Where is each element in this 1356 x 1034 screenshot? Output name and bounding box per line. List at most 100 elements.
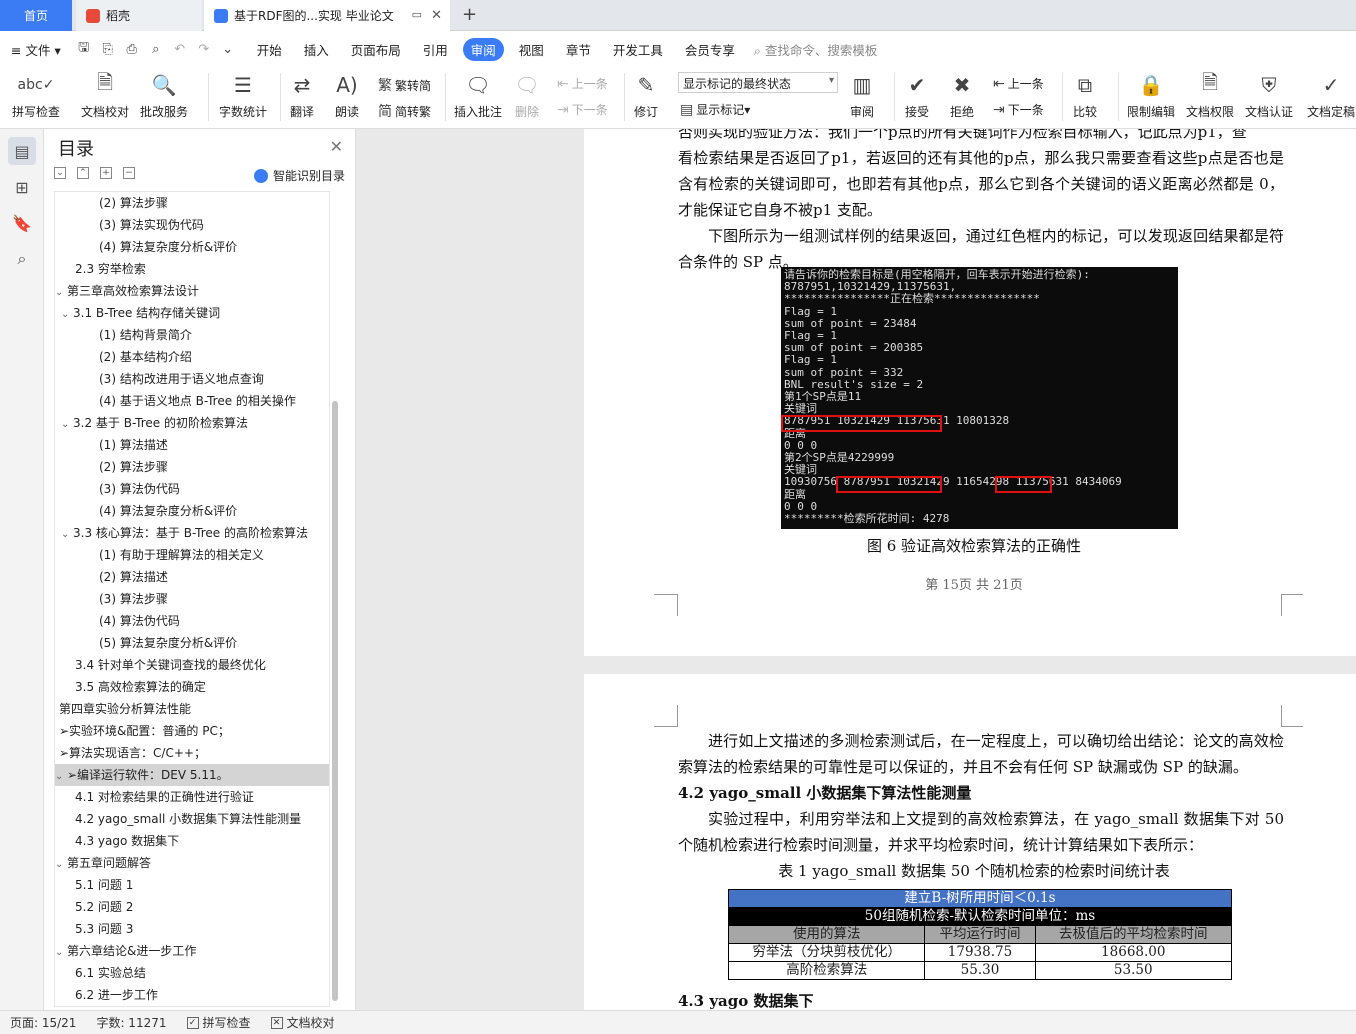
simp-to-trad-button[interactable]: 简简转繁 <box>378 101 431 121</box>
toc-item[interactable]: 3.5 高效检索算法的确定 <box>55 676 329 698</box>
toc-item[interactable]: 5.1 问题 1 <box>55 874 329 896</box>
reject-button[interactable]: ✖ 拒绝 <box>948 71 976 120</box>
read-aloud-button[interactable]: A) 朗读 <box>333 71 361 120</box>
page-indicator[interactable]: 页面: 15/21 <box>10 1014 76 1031</box>
trad-to-simp-button[interactable]: 繁繁转简 <box>378 75 431 95</box>
print-preview-icon[interactable]: ⌕ <box>147 40 165 58</box>
expand-up-icon[interactable]: ⌃ <box>77 167 89 179</box>
menu-1[interactable]: 插入 <box>304 40 329 59</box>
toc-item[interactable]: (3) 结构改进用于语义地点查询 <box>55 368 329 390</box>
toc-item[interactable]: (2) 基本结构介绍 <box>55 346 329 368</box>
menu-5[interactable]: 视图 <box>519 40 544 59</box>
menu-7[interactable]: 开发工具 <box>613 40 663 59</box>
document-rights-button[interactable]: 🗎 文档权限 <box>1186 70 1234 120</box>
chapters-icon[interactable]: ⊞ <box>8 173 36 201</box>
close-icon[interactable]: ✕ <box>330 137 343 156</box>
word-count[interactable]: 字数: 11271 <box>96 1014 166 1031</box>
toc-item[interactable]: (4) 算法复杂度分析&评价 <box>55 236 329 258</box>
toc-item[interactable]: ➢算法实现语言：C/C++； <box>55 742 329 764</box>
bookmark-icon[interactable]: 🔖 <box>8 209 36 237</box>
toc-item[interactable]: (2) 算法描述 <box>55 566 329 588</box>
toc-item[interactable]: 6.2 进一步工作 <box>55 984 329 1006</box>
toc-item[interactable]: 第四章实验分析算法性能 <box>55 698 329 720</box>
next-comment-button[interactable]: ⇥ 下一条 <box>557 101 608 118</box>
accept-button[interactable]: ✔ 接受 <box>903 71 931 120</box>
export-icon[interactable]: ⎘ <box>99 40 117 58</box>
translate-button[interactable]: ⇄ 翻译 <box>288 71 316 120</box>
new-tab-icon[interactable]: + <box>462 4 477 25</box>
menu-8[interactable]: 会员专享 <box>685 40 735 59</box>
proofread-button[interactable]: 🗎 文档校对 <box>81 70 129 120</box>
spell-check-toggle[interactable]: ✓ 拼写检查 <box>186 1014 251 1031</box>
toc-item[interactable]: ⌄ 3.2 基于 B-Tree 的初阶检索算法 <box>55 412 329 434</box>
window-icon[interactable]: ▭ <box>412 8 422 21</box>
delete-comment-button[interactable]: 🗨 删除 <box>513 71 541 120</box>
toc-item[interactable]: (3) 算法实现伪代码 <box>55 214 329 236</box>
chevron-down-icon[interactable]: ⌄ <box>55 854 67 874</box>
search-commands[interactable]: ⌕ 查找命令、搜索模板 <box>754 40 878 59</box>
menu-4[interactable]: 审阅 <box>462 37 504 61</box>
add-level-icon[interactable]: + <box>100 167 112 179</box>
chevron-down-icon[interactable]: ⌄ <box>55 942 67 962</box>
menu-0[interactable]: 开始 <box>257 40 282 59</box>
toc-item[interactable]: (2) 算法步骤 <box>55 456 329 478</box>
chevron-down-icon[interactable]: ⌄ <box>61 524 73 544</box>
outline-icon[interactable]: ▤ <box>8 137 36 165</box>
prev-change-button[interactable]: ⇤ 上一条 <box>993 75 1044 92</box>
tab-home[interactable]: 首页 <box>0 0 72 31</box>
toc-item[interactable]: (4) 算法复杂度分析&评价 <box>55 500 329 522</box>
toc-item[interactable]: ⌄ 第五章问题解答 <box>55 852 329 874</box>
file-menu[interactable]: ≡ 文件 ▾ <box>11 40 61 59</box>
toc-item[interactable]: (4) 基于语义地点 B-Tree 的相关操作 <box>55 390 329 412</box>
spell-check-button[interactable]: abc✓ 拼写检查 <box>12 71 60 120</box>
toc-item[interactable]: 4.1 对检索结果的正确性进行验证 <box>55 786 329 808</box>
toc-scrollbar[interactable] <box>332 401 338 1001</box>
review-pane-button[interactable]: ▥ 审阅 <box>848 71 876 120</box>
next-change-button[interactable]: ⇥ 下一条 <box>993 101 1044 118</box>
batch-service-button[interactable]: 🔍 批改服务 <box>140 71 188 120</box>
revise-button[interactable]: ✎ 修订 <box>632 71 660 120</box>
toc-item[interactable]: (3) 算法伪代码 <box>55 478 329 500</box>
toc-item[interactable]: (3) 算法步骤 <box>55 588 329 610</box>
word-count-button[interactable]: ☰ 字数统计 <box>219 71 267 120</box>
toc-item[interactable]: 4.2 yago_small 小数据集下算法性能测量 <box>55 808 329 830</box>
toc-item[interactable]: (2) 算法步骤 <box>55 192 329 214</box>
smart-toc-button[interactable]: 智能识别目录 <box>253 167 345 184</box>
prev-comment-button[interactable]: ⇤ 上一条 <box>557 75 608 92</box>
menu-6[interactable]: 章节 <box>566 40 591 59</box>
toc-item[interactable]: ⌄ ➢编译运行软件：DEV 5.11。 <box>55 764 329 786</box>
find-icon[interactable]: ⌕ <box>8 245 36 273</box>
toc-item[interactable]: ➢实验环境&配置：普通的 PC； <box>55 720 329 742</box>
toc-item[interactable]: (1) 有助于理解算法的相关定义 <box>55 544 329 566</box>
toc-item[interactable]: 6.1 实验总结 <box>55 962 329 984</box>
toc-item[interactable]: (5) 算法复杂度分析&评价 <box>55 632 329 654</box>
toc-item[interactable]: ⌄ 3.1 B-Tree 结构存储关键词 <box>55 302 329 324</box>
tab-document[interactable]: 基于RDF图的...实现 毕业论文 ▭ ✕ <box>204 0 450 31</box>
insert-comment-button[interactable]: 🗨 插入批注 <box>454 71 502 120</box>
collapse-all-icon[interactable]: ⌄ <box>54 167 66 179</box>
chevron-down-icon[interactable]: ⌄ <box>55 282 67 302</box>
toc-item[interactable]: (4) 算法伪代码 <box>55 610 329 632</box>
markup-mode-select[interactable]: 显示标记的最终状态 <box>678 72 838 93</box>
chevron-down-icon[interactable]: ⌄ <box>55 766 67 786</box>
compare-button[interactable]: ⧉ 比较 <box>1071 71 1099 120</box>
toc-item[interactable]: ⌄ 3.3 核心算法：基于 B-Tree 的高阶检索算法 <box>55 522 329 544</box>
chevron-down-icon[interactable]: ⌄ <box>61 304 73 324</box>
toc-item[interactable]: ⌄ 第三章高效检索算法设计 <box>55 280 329 302</box>
more-icon[interactable]: ⌄ <box>219 40 237 58</box>
show-markup-button[interactable]: ▤ 显示标记 ▾ <box>680 101 750 118</box>
undo-icon[interactable]: ↶ <box>171 40 189 58</box>
menu-2[interactable]: 页面布局 <box>351 40 401 59</box>
print-icon[interactable]: ⎙ <box>123 40 141 58</box>
toc-item[interactable]: 4.3 yago 数据集下 <box>55 830 329 852</box>
tab-daoke[interactable]: 稻壳 <box>76 0 202 31</box>
close-tab-icon[interactable]: ✕ <box>431 8 442 23</box>
toc-item[interactable]: (1) 结构背景简介 <box>55 324 329 346</box>
chevron-down-icon[interactable]: ⌄ <box>61 414 73 434</box>
toc-item[interactable]: (1) 算法描述 <box>55 434 329 456</box>
menu-3[interactable]: 引用 <box>423 40 448 59</box>
document-cert-button[interactable]: ⛨ 文档认证 <box>1245 71 1293 120</box>
restrict-editing-button[interactable]: 🔒 限制编辑 <box>1127 71 1175 120</box>
toc-item[interactable]: 5.3 问题 3 <box>55 918 329 940</box>
toc-item[interactable]: ⌄ 第六章结论&进一步工作 <box>55 940 329 962</box>
